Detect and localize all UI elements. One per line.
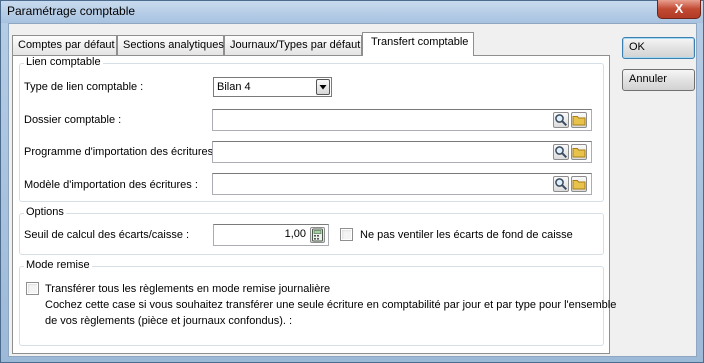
mode-remise-help-line2: de vos règlements (pièce et journaux con… <box>45 315 293 327</box>
type-lien-value: Bilan 4 <box>217 81 251 93</box>
ne-pas-ventiler-checkbox[interactable] <box>340 228 353 241</box>
close-button[interactable]: X <box>657 0 701 19</box>
modele-label: Modèle d'importation des écritures : <box>24 179 198 191</box>
dossier-field[interactable] <box>212 109 592 131</box>
search-icon[interactable] <box>553 144 569 160</box>
tab-comptes-par-defaut[interactable]: Comptes par défaut <box>12 35 117 55</box>
transferer-remise-checkbox[interactable] <box>26 282 39 295</box>
type-lien-label: Type de lien comptable : <box>24 81 144 93</box>
seuil-field[interactable]: 1,00 <box>213 224 329 246</box>
cancel-button[interactable]: Annuler <box>622 69 695 91</box>
tab-transfert-comptable[interactable]: Transfert comptable <box>362 32 474 56</box>
group-options: Options Seuil de calcul des écarts/caiss… <box>19 206 604 255</box>
tab-journaux-types-par-defaut[interactable]: Journaux/Types par défaut <box>224 35 362 55</box>
calculator-icon[interactable] <box>310 227 325 243</box>
group-lien-comptable: Lien comptable Type de lien comptable : … <box>19 56 604 202</box>
close-icon: X <box>674 1 684 16</box>
programme-label: Programme d'importation des écritures : <box>24 146 220 158</box>
search-icon[interactable] <box>553 176 569 192</box>
ok-button[interactable]: OK <box>622 37 695 59</box>
dossier-label: Dossier comptable : <box>24 114 122 126</box>
modele-field[interactable] <box>212 173 592 195</box>
group-label-lien-comptable: Lien comptable <box>24 56 103 68</box>
mode-remise-help-line1: Cochez cette case si vous souhaitez tran… <box>45 299 617 311</box>
seuil-value: 1,00 <box>284 228 306 240</box>
chevron-down-icon[interactable] <box>316 79 330 95</box>
tab-panel-transfert-comptable: Lien comptable Type de lien comptable : … <box>12 55 616 354</box>
dialog-window: Paramétrage comptable X Comptes par défa… <box>0 0 704 363</box>
folder-icon[interactable] <box>571 144 587 160</box>
title-bar[interactable]: Paramétrage comptable X <box>1 0 703 23</box>
transferer-remise-label: Transférer tous les règlements en mode r… <box>45 283 331 295</box>
folder-icon[interactable] <box>571 176 587 192</box>
group-label-mode-remise: Mode remise <box>24 259 92 271</box>
ne-pas-ventiler-label: Ne pas ventiler les écarts de fond de ca… <box>360 229 573 241</box>
folder-icon[interactable] <box>571 112 587 128</box>
group-mode-remise: Mode remise Transférer tous les règlemen… <box>19 259 616 346</box>
tab-sections-analytiques[interactable]: Sections analytiques <box>117 35 224 55</box>
dialog-client-area: Comptes par défaut Sections analytiques … <box>8 23 697 357</box>
group-label-options: Options <box>24 206 66 218</box>
window-title: Paramétrage comptable <box>7 4 136 18</box>
programme-field[interactable] <box>212 141 592 163</box>
type-lien-select[interactable]: Bilan 4 <box>213 77 332 97</box>
search-icon[interactable] <box>553 112 569 128</box>
seuil-label: Seuil de calcul des écarts/caisse : <box>24 229 190 241</box>
